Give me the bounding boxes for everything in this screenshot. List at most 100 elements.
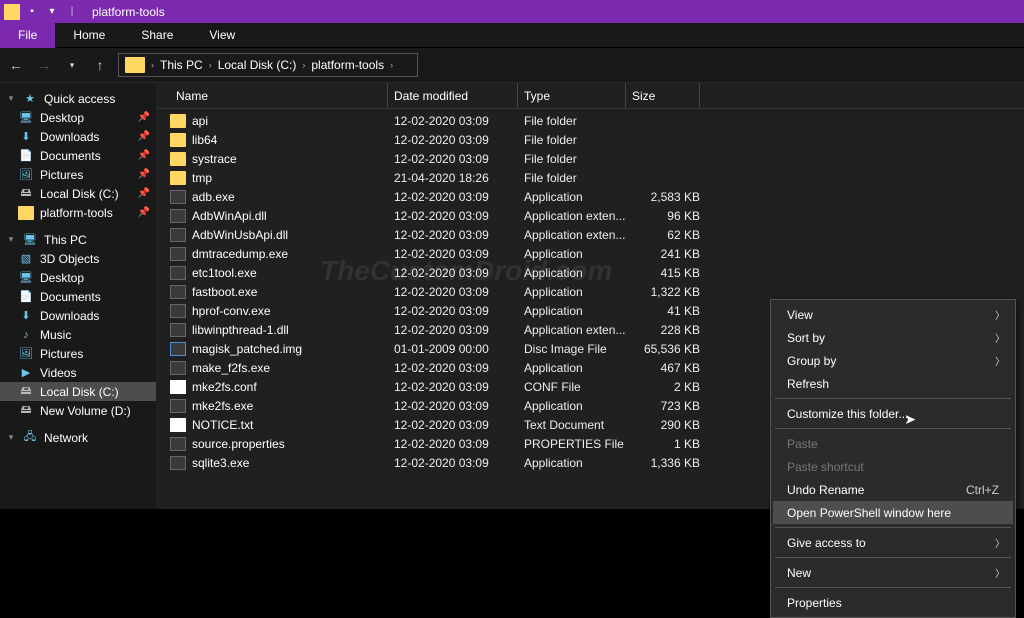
menu-divider bbox=[775, 527, 1011, 528]
menu-item-label: Undo Rename bbox=[787, 483, 864, 497]
file-row[interactable]: lib6412-02-2020 03:09File folder bbox=[156, 130, 1024, 149]
file-date: 12-02-2020 03:09 bbox=[388, 190, 518, 204]
sidebar-item-label: Quick access bbox=[44, 92, 115, 106]
monitor-icon: 🖥 bbox=[22, 233, 38, 247]
file-row[interactable]: api12-02-2020 03:09File folder bbox=[156, 111, 1024, 130]
file-row[interactable]: adb.exe12-02-2020 03:09Application2,583 … bbox=[156, 187, 1024, 206]
chevron-right-icon: › bbox=[302, 60, 305, 70]
qat-chevron-icon[interactable]: ▾ bbox=[44, 4, 60, 20]
up-icon[interactable]: ↑ bbox=[90, 55, 110, 75]
file-type: Text Document bbox=[518, 418, 626, 432]
folder-icon bbox=[170, 152, 186, 166]
menu-item-new[interactable]: New〉 bbox=[773, 561, 1013, 584]
file-type: Application bbox=[518, 361, 626, 375]
column-type[interactable]: Type bbox=[518, 83, 626, 108]
sidebar-item-videos[interactable]: ▶Videos bbox=[0, 363, 156, 382]
sidebar-item-local-disk-c-[interactable]: 🖴Local Disk (C:) bbox=[0, 382, 156, 401]
tab-view[interactable]: View bbox=[191, 23, 253, 48]
sidebar-item-pictures[interactable]: 🖼Pictures📌 bbox=[0, 165, 156, 184]
exe-icon bbox=[170, 285, 186, 299]
conf-icon bbox=[170, 380, 186, 394]
file-list-pane[interactable]: Name Date modified Type Size api12-02-20… bbox=[156, 83, 1024, 509]
sidebar-item-desktop[interactable]: 🖥Desktop📌 bbox=[0, 108, 156, 127]
file-name: fastboot.exe bbox=[192, 285, 257, 299]
menu-item-undo-rename[interactable]: Undo RenameCtrl+Z bbox=[773, 478, 1013, 501]
prop-icon bbox=[170, 437, 186, 451]
menu-divider bbox=[775, 557, 1011, 558]
pin-icon: 📌 bbox=[138, 112, 150, 123]
menu-item-group-by[interactable]: Group by〉 bbox=[773, 349, 1013, 372]
nav-toolbar: ← → ▾ ↑ › This PC › Local Disk (C:) › pl… bbox=[0, 48, 1024, 83]
address-bar[interactable]: › This PC › Local Disk (C:) › platform-t… bbox=[118, 53, 418, 77]
net-icon: 🖧 bbox=[22, 431, 38, 445]
sidebar-item-documents[interactable]: 📄 Documents bbox=[0, 287, 156, 306]
file-row[interactable]: tmp21-04-2020 18:26File folder bbox=[156, 168, 1024, 187]
file-type: Disc Image File bbox=[518, 342, 626, 356]
sidebar-item-documents[interactable]: 📄Documents📌 bbox=[0, 146, 156, 165]
qat-dropdown-icon[interactable]: ▪ bbox=[24, 4, 40, 20]
sidebar-group-this-pc[interactable]: ▾🖥This PC bbox=[0, 230, 156, 249]
sidebar-group-network[interactable]: ▾🖧Network bbox=[0, 428, 156, 447]
sidebar-item-downloads[interactable]: ⬇Downloads📌 bbox=[0, 127, 156, 146]
chevron-right-icon: 〉 bbox=[995, 307, 1005, 322]
doc-icon: 📄 bbox=[18, 290, 34, 304]
file-row[interactable]: etc1tool.exe12-02-2020 03:09Application4… bbox=[156, 263, 1024, 282]
file-size: 2 KB bbox=[626, 380, 700, 394]
sidebar-item-local-disk-c-[interactable]: 🖴Local Disk (C:)📌 bbox=[0, 184, 156, 203]
file-date: 12-02-2020 03:09 bbox=[388, 228, 518, 242]
sidebar-item-label: Downloads bbox=[40, 309, 99, 323]
menu-item-label: Group by bbox=[787, 354, 836, 368]
menu-item-give-access-to[interactable]: Give access to〉 bbox=[773, 531, 1013, 554]
file-date: 12-02-2020 03:09 bbox=[388, 456, 518, 470]
menu-item-refresh[interactable]: Refresh bbox=[773, 372, 1013, 395]
folder-icon bbox=[18, 206, 34, 220]
file-row[interactable]: AdbWinUsbApi.dll12-02-2020 03:09Applicat… bbox=[156, 225, 1024, 244]
sidebar-item-3d-objects[interactable]: ▧3D Objects bbox=[0, 249, 156, 268]
menu-item-view[interactable]: View〉 bbox=[773, 303, 1013, 326]
menu-item-paste-shortcut: Paste shortcut bbox=[773, 455, 1013, 478]
column-size[interactable]: Size bbox=[626, 83, 700, 108]
back-icon[interactable]: ← bbox=[6, 55, 26, 75]
sidebar-item-platform-tools[interactable]: platform-tools📌 bbox=[0, 203, 156, 222]
file-type: Application bbox=[518, 285, 626, 299]
tab-file[interactable]: File bbox=[0, 23, 55, 48]
menu-item-sort-by[interactable]: Sort by〉 bbox=[773, 326, 1013, 349]
music-icon: ♪ bbox=[18, 328, 34, 342]
file-name: AdbWinUsbApi.dll bbox=[192, 228, 288, 242]
breadcrumb[interactable]: Local Disk (C:) bbox=[218, 58, 297, 72]
recent-chevron-icon[interactable]: ▾ bbox=[62, 55, 82, 75]
dll-icon bbox=[170, 209, 186, 223]
file-date: 12-02-2020 03:09 bbox=[388, 133, 518, 147]
tab-share[interactable]: Share bbox=[123, 23, 191, 48]
sidebar-item-label: Documents bbox=[40, 290, 101, 304]
forward-icon[interactable]: → bbox=[34, 55, 54, 75]
menu-item-open-powershell-window-here[interactable]: Open PowerShell window here bbox=[773, 501, 1013, 524]
column-name[interactable]: Name bbox=[170, 83, 388, 108]
window-title: platform-tools bbox=[92, 5, 165, 19]
breadcrumb[interactable]: This PC bbox=[160, 58, 203, 72]
sidebar-item-label: This PC bbox=[44, 233, 87, 247]
menu-item-customize-this-folder[interactable]: Customize this folder... bbox=[773, 402, 1013, 425]
sidebar-item-pictures[interactable]: 🖼Pictures bbox=[0, 344, 156, 363]
disk-icon: 🖴 bbox=[18, 385, 34, 399]
sidebar-group-quick-access[interactable]: ▾★Quick access bbox=[0, 89, 156, 108]
file-name: dmtracedump.exe bbox=[192, 247, 288, 261]
sidebar-item-label: Documents bbox=[40, 149, 101, 163]
column-date[interactable]: Date modified bbox=[388, 83, 518, 108]
breadcrumb[interactable]: platform-tools bbox=[311, 58, 384, 72]
sidebar-item-desktop[interactable]: 🖥Desktop bbox=[0, 268, 156, 287]
sidebar-item-label: Network bbox=[44, 431, 88, 445]
sidebar-item-music[interactable]: ♪Music bbox=[0, 325, 156, 344]
sidebar-item-new-volume-d-[interactable]: 🖴New Volume (D:) bbox=[0, 401, 156, 420]
tab-home[interactable]: Home bbox=[55, 23, 123, 48]
file-date: 12-02-2020 03:09 bbox=[388, 247, 518, 261]
file-size: 2,583 KB bbox=[626, 190, 700, 204]
chevron-right-icon: › bbox=[151, 60, 154, 70]
file-row[interactable]: systrace12-02-2020 03:09File folder bbox=[156, 149, 1024, 168]
file-row[interactable]: dmtracedump.exe12-02-2020 03:09Applicati… bbox=[156, 244, 1024, 263]
sidebar-item-downloads[interactable]: ⬇Downloads bbox=[0, 306, 156, 325]
file-row[interactable]: AdbWinApi.dll12-02-2020 03:09Application… bbox=[156, 206, 1024, 225]
menu-item-properties[interactable]: Properties bbox=[773, 591, 1013, 614]
doc-icon: 📄 bbox=[18, 149, 34, 163]
menu-divider bbox=[775, 398, 1011, 399]
